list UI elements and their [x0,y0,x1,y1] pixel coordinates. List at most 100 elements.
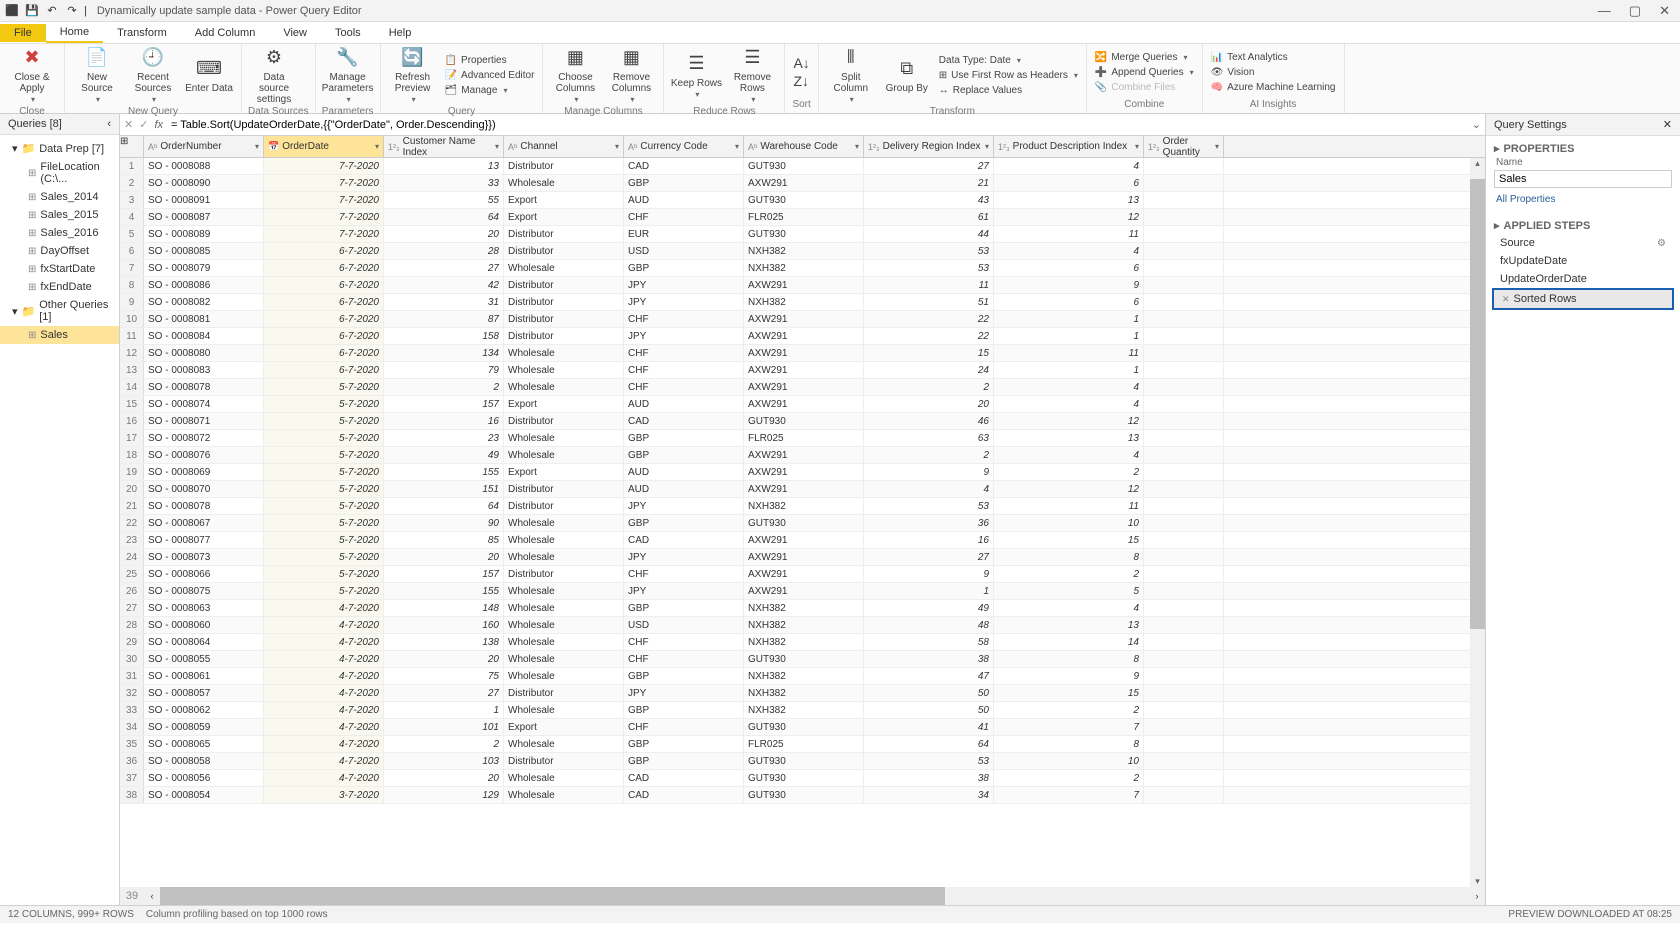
table-row[interactable]: 8SO - 00080866-7-202042DistributorJPYAXW… [120,277,1485,294]
cell[interactable]: 43 [864,192,994,208]
table-row[interactable]: 20SO - 00080705-7-2020151DistributorAUDA… [120,481,1485,498]
cell[interactable]: 7-7-2020 [264,192,384,208]
cell[interactable]: 6 [994,260,1144,276]
applied-step-source[interactable]: Source⚙ [1492,234,1674,252]
minimize-button[interactable]: — [1598,3,1611,19]
table-row[interactable]: 31SO - 00080614-7-202075WholesaleGBPNXH3… [120,668,1485,685]
cell[interactable]: SO - 0008076 [144,447,264,463]
cell[interactable] [1144,651,1224,667]
cell[interactable]: SO - 0008056 [144,770,264,786]
cell[interactable]: Wholesale [504,430,624,446]
cell[interactable]: Distributor [504,311,624,327]
cancel-formula-icon[interactable]: ✕ [124,118,133,131]
cell[interactable]: 27 [384,685,504,701]
cell[interactable] [1144,447,1224,463]
cell[interactable]: 42 [384,277,504,293]
table-row[interactable]: 17SO - 00080725-7-202023WholesaleGBPFLR0… [120,430,1485,447]
cell[interactable]: 5-7-2020 [264,447,384,463]
cell[interactable]: Distributor [504,226,624,242]
cell[interactable]: 11 [864,277,994,293]
cell[interactable]: 1 [994,328,1144,344]
table-row[interactable]: 16SO - 00080715-7-202016DistributorCADGU… [120,413,1485,430]
table-row[interactable]: 5SO - 00080897-7-202020DistributorEURGUT… [120,226,1485,243]
cell[interactable]: AXW291 [744,464,864,480]
cell[interactable]: CHF [624,362,744,378]
cell[interactable]: 4-7-2020 [264,634,384,650]
expand-formula-icon[interactable]: ⌄ [1472,118,1481,131]
cell[interactable] [1144,515,1224,531]
cell[interactable]: SO - 0008079 [144,260,264,276]
cell[interactable]: SO - 0008058 [144,753,264,769]
table-row[interactable]: 13SO - 00080836-7-202079WholesaleCHFAXW2… [120,362,1485,379]
formula-input[interactable] [169,117,1466,133]
cell[interactable] [1144,634,1224,650]
cell[interactable]: CHF [624,651,744,667]
cell[interactable]: SO - 0008078 [144,379,264,395]
close-settings-icon[interactable]: ✕ [1663,118,1672,131]
text-analytics-button[interactable]: 📊Text Analytics [1209,51,1338,64]
cell[interactable]: 20 [384,549,504,565]
filter-dropdown-icon[interactable]: ▾ [255,142,259,151]
refresh-preview-button[interactable]: 🔄Refresh Preview [387,46,439,105]
cell[interactable]: Distributor [504,753,624,769]
cell[interactable]: 4-7-2020 [264,600,384,616]
cell[interactable]: AXW291 [744,549,864,565]
cell[interactable]: EUR [624,226,744,242]
query-item[interactable]: ⊞Sales_2015 [0,206,119,224]
cell[interactable]: JPY [624,294,744,310]
cell[interactable]: SO - 0008082 [144,294,264,310]
cell[interactable]: 7 [994,719,1144,735]
cell[interactable]: 4 [994,447,1144,463]
query-item[interactable]: ⊞fxStartDate [0,260,119,278]
cell[interactable]: 6-7-2020 [264,328,384,344]
cell[interactable]: SO - 0008059 [144,719,264,735]
cell[interactable]: NXH382 [744,617,864,633]
cell[interactable]: Distributor [504,566,624,582]
column-header-delivery-region-index[interactable]: 1²₃Delivery Region Index▾ [864,136,994,157]
save-icon[interactable]: 💾 [24,3,40,19]
view-tab[interactable]: View [269,24,321,42]
cell[interactable]: GUT930 [744,158,864,174]
new-source-button[interactable]: 📄New Source [71,46,123,105]
cell[interactable]: 13 [994,192,1144,208]
cell[interactable]: CAD [624,787,744,803]
transform-tab[interactable]: Transform [103,24,181,42]
cell[interactable]: SO - 0008069 [144,464,264,480]
cell[interactable]: 4 [994,396,1144,412]
table-row[interactable]: 15SO - 00080745-7-2020157ExportAUDAXW291… [120,396,1485,413]
scroll-right-icon[interactable]: › [1469,891,1485,901]
cell[interactable]: 28 [384,243,504,259]
cell[interactable]: CHF [624,566,744,582]
cell[interactable] [1144,243,1224,259]
cell[interactable]: SO - 0008071 [144,413,264,429]
applied-step-fxupdatedate[interactable]: fxUpdateDate [1492,252,1674,270]
cell[interactable]: 27 [384,260,504,276]
cell[interactable]: Distributor [504,498,624,514]
merge-queries-button[interactable]: 🔀Merge Queries [1093,51,1196,64]
cell[interactable]: SO - 0008084 [144,328,264,344]
table-row[interactable]: 30SO - 00080554-7-202020WholesaleCHFGUT9… [120,651,1485,668]
cell[interactable] [1144,192,1224,208]
cell[interactable]: 23 [384,430,504,446]
fx-icon[interactable]: fx [154,119,163,131]
cell[interactable]: SO - 0008089 [144,226,264,242]
cell[interactable]: 4 [994,243,1144,259]
cell[interactable]: CHF [624,379,744,395]
all-properties-link[interactable]: All Properties [1486,192,1680,213]
table-row[interactable]: 2SO - 00080907-7-202033WholesaleGBPAXW29… [120,175,1485,192]
cell[interactable]: GUT930 [744,413,864,429]
cell[interactable]: Wholesale [504,447,624,463]
cell[interactable]: Wholesale [504,260,624,276]
cell[interactable]: 4-7-2020 [264,736,384,752]
properties-button[interactable]: 📋Properties [443,54,537,67]
cell[interactable]: 4-7-2020 [264,702,384,718]
cell[interactable]: AXW291 [744,175,864,191]
table-row[interactable]: 34SO - 00080594-7-2020101ExportCHFGUT930… [120,719,1485,736]
cell[interactable]: 5-7-2020 [264,515,384,531]
cell[interactable]: CAD [624,770,744,786]
query-item[interactable]: ⊞Sales_2016 [0,224,119,242]
cell[interactable]: 50 [864,685,994,701]
cell[interactable]: 15 [994,685,1144,701]
filter-dropdown-icon[interactable]: ▾ [735,142,739,151]
filter-dropdown-icon[interactable]: ▾ [615,142,619,151]
